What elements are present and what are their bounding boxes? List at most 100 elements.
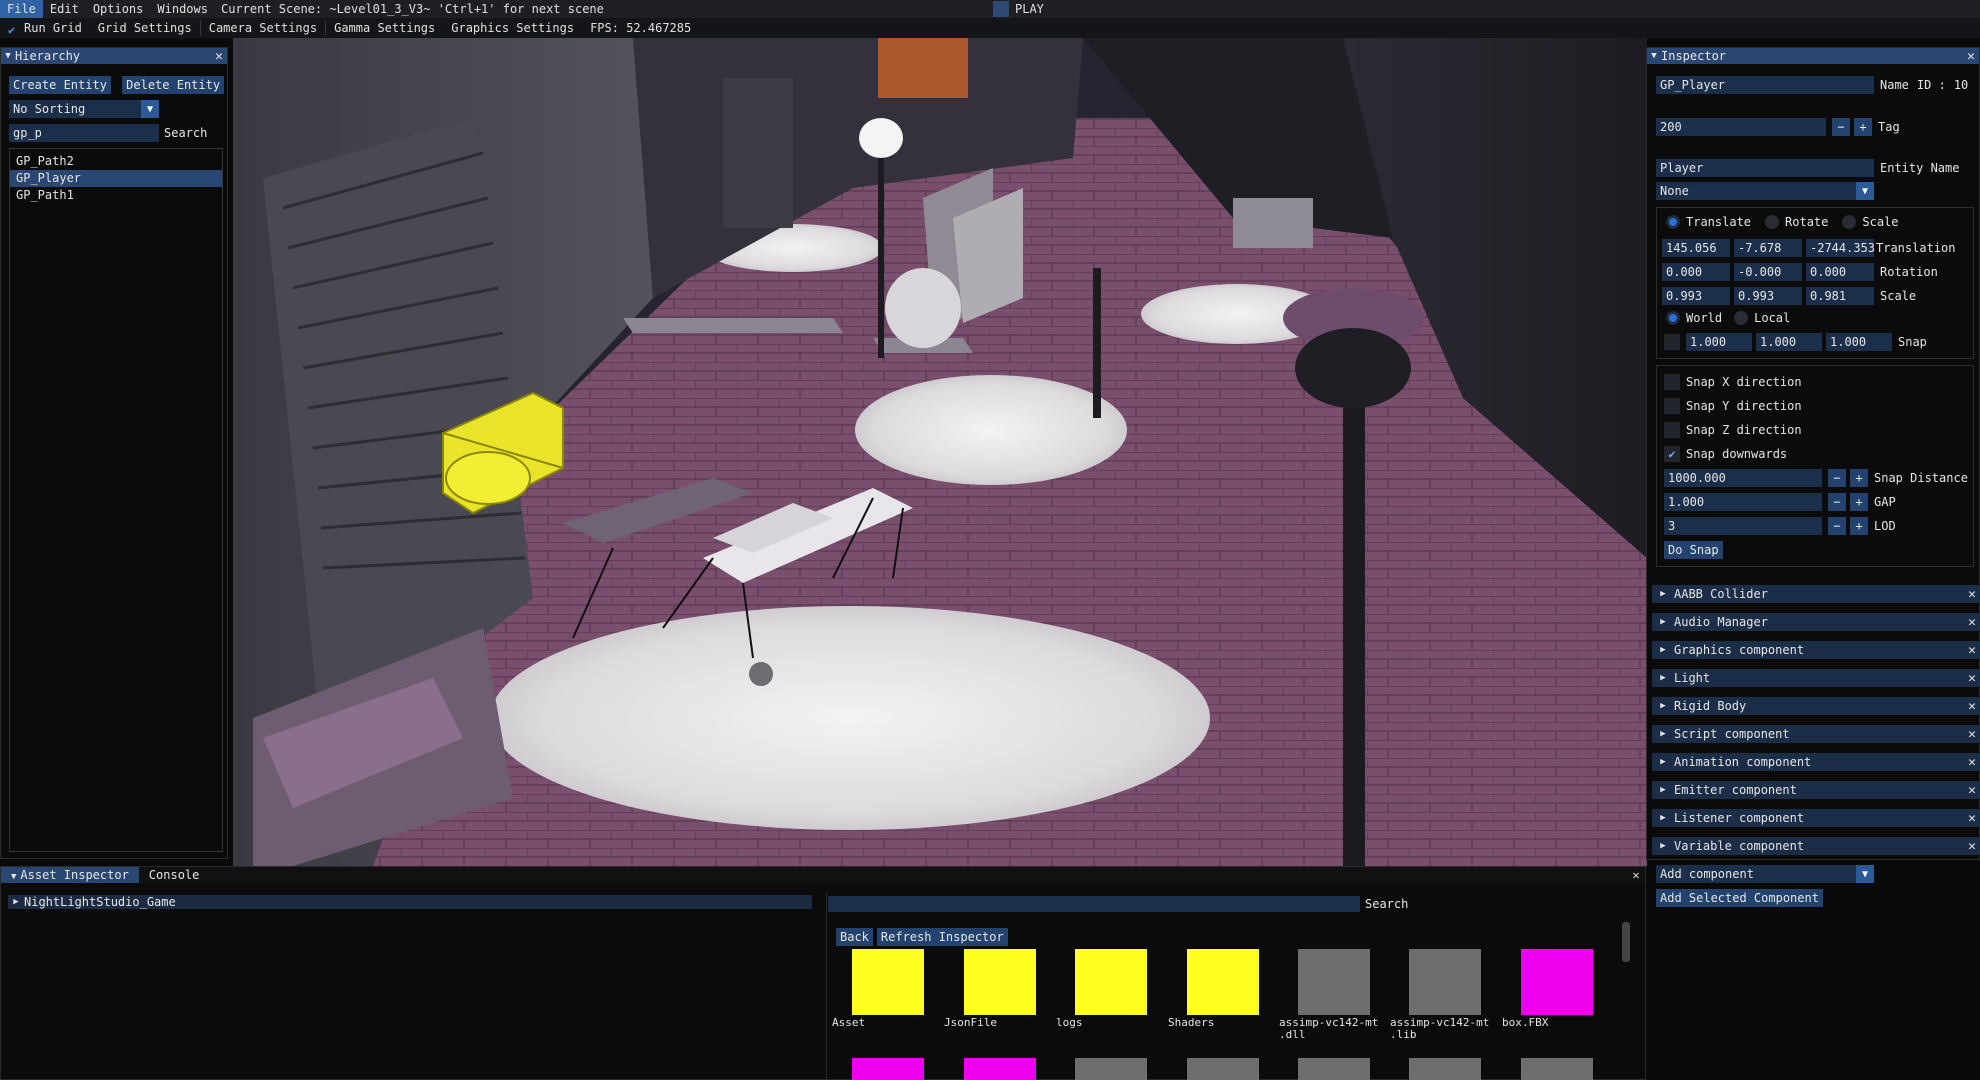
asset-tile-row2[interactable] bbox=[1409, 1058, 1481, 1080]
expand-triangle-icon[interactable]: ▶ bbox=[1652, 813, 1674, 823]
snap-distance-increment[interactable]: + bbox=[1850, 469, 1868, 487]
component-script[interactable]: ▶ Script component ✕ bbox=[1652, 725, 1980, 743]
snap-y-checkbox[interactable] bbox=[1664, 398, 1680, 414]
sorting-dropdown[interactable]: No Sorting ▼ bbox=[9, 100, 159, 118]
graphics-settings-menu[interactable]: Graphics Settings bbox=[443, 18, 582, 38]
asset-file-assimp-lib[interactable] bbox=[1409, 949, 1481, 1015]
tag-increment-button[interactable]: + bbox=[1854, 118, 1872, 136]
tree-item-gp-path1[interactable]: GP_Path1 bbox=[10, 187, 222, 204]
close-icon[interactable]: ✕ bbox=[1964, 839, 1980, 854]
tag-decrement-button[interactable]: − bbox=[1832, 118, 1850, 136]
snap-x-row[interactable]: Snap X direction bbox=[1664, 374, 1802, 390]
asset-file-box-fbx[interactable] bbox=[1521, 949, 1593, 1015]
asset-search-input[interactable] bbox=[828, 896, 1360, 912]
expand-triangle-icon[interactable]: ▶ bbox=[1652, 785, 1674, 795]
collapse-triangle-icon[interactable]: ▼ bbox=[1647, 51, 1661, 61]
close-icon[interactable]: ✕ bbox=[1964, 755, 1980, 770]
hierarchy-search-input[interactable]: gp_p bbox=[9, 124, 159, 142]
snap-down-row[interactable]: ✔ Snap downwards bbox=[1664, 446, 1787, 462]
menu-options[interactable]: Options bbox=[86, 0, 151, 18]
rotation-x[interactable]: 0.000 bbox=[1662, 263, 1730, 281]
gamma-settings-menu[interactable]: Gamma Settings bbox=[326, 18, 443, 38]
tag-input[interactable]: 200 bbox=[1656, 118, 1826, 136]
snap-y-row[interactable]: Snap Y direction bbox=[1664, 398, 1802, 414]
scale-y[interactable]: 0.993 bbox=[1734, 287, 1802, 305]
run-grid-toggle[interactable]: ✔ Run Grid bbox=[0, 18, 90, 38]
close-icon[interactable]: ✕ bbox=[1964, 587, 1980, 602]
gap-increment[interactable]: + bbox=[1850, 493, 1868, 511]
component-rigid-body[interactable]: ▶ Rigid Body ✕ bbox=[1652, 697, 1980, 715]
asset-tree-root[interactable]: ▶ NightLightStudio_Game bbox=[8, 895, 812, 909]
entity-name-input[interactable]: Player bbox=[1656, 159, 1874, 177]
name-input[interactable]: GP_Player bbox=[1656, 76, 1874, 94]
close-icon[interactable]: ✕ bbox=[1964, 699, 1980, 714]
snap-distance-decrement[interactable]: − bbox=[1828, 469, 1846, 487]
component-aabb-collider[interactable]: ▶ AABB Collider ✕ bbox=[1652, 585, 1980, 603]
expand-triangle-icon[interactable]: ▶ bbox=[1652, 673, 1674, 683]
snap-x-checkbox[interactable] bbox=[1664, 374, 1680, 390]
close-icon[interactable]: ✕ bbox=[1964, 615, 1980, 630]
add-selected-component-button[interactable]: Add Selected Component bbox=[1656, 889, 1823, 907]
asset-tile-row2[interactable] bbox=[1075, 1058, 1147, 1080]
close-icon[interactable]: ✕ bbox=[1627, 867, 1645, 883]
dropdown-arrow-icon[interactable]: ▼ bbox=[1856, 865, 1874, 883]
grid-settings-menu[interactable]: Grid Settings bbox=[90, 18, 200, 38]
scale-x[interactable]: 0.993 bbox=[1662, 287, 1730, 305]
close-icon[interactable]: ✕ bbox=[211, 49, 227, 64]
component-listener[interactable]: ▶ Listener component ✕ bbox=[1652, 809, 1980, 827]
translation-y[interactable]: -7.678 bbox=[1734, 239, 1802, 257]
back-button[interactable]: Back bbox=[836, 928, 873, 946]
gap-input[interactable]: 1.000 bbox=[1664, 493, 1822, 511]
component-variable[interactable]: ▶ Variable component ✕ bbox=[1652, 837, 1980, 855]
add-component-dropdown[interactable]: Add component ▼ bbox=[1656, 865, 1874, 883]
radio-translate[interactable] bbox=[1666, 215, 1680, 229]
close-icon[interactable]: ✕ bbox=[1964, 671, 1980, 686]
menu-edit[interactable]: Edit bbox=[43, 0, 86, 18]
snap-down-checkbox[interactable]: ✔ bbox=[1664, 446, 1680, 462]
close-icon[interactable]: ✕ bbox=[1963, 49, 1979, 64]
lod-increment[interactable]: + bbox=[1850, 517, 1868, 535]
asset-folder-logs[interactable] bbox=[1075, 949, 1147, 1015]
radio-scale[interactable] bbox=[1842, 215, 1857, 229]
refresh-inspector-button[interactable]: Refresh Inspector bbox=[876, 928, 1008, 946]
snap-x[interactable]: 1.000 bbox=[1686, 333, 1752, 351]
snap-distance-input[interactable]: 1000.000 bbox=[1664, 469, 1822, 487]
dropdown-arrow-icon[interactable]: ▼ bbox=[141, 100, 159, 118]
translation-x[interactable]: 145.056 bbox=[1662, 239, 1730, 257]
tab-console[interactable]: Console bbox=[139, 867, 210, 883]
asset-tile-row2[interactable] bbox=[1298, 1058, 1370, 1080]
expand-triangle-icon[interactable]: ▶ bbox=[1652, 701, 1674, 711]
expand-triangle-icon[interactable]: ▶ bbox=[1652, 841, 1674, 851]
inspector-title-bar[interactable]: ▼ Inspector ✕ bbox=[1647, 48, 1979, 64]
tree-item-gp-path2[interactable]: GP_Path2 bbox=[10, 153, 222, 170]
component-light[interactable]: ▶ Light ✕ bbox=[1652, 669, 1980, 687]
expand-triangle-icon[interactable]: ▶ bbox=[1652, 729, 1674, 739]
snap-z[interactable]: 1.000 bbox=[1826, 333, 1892, 351]
play-button[interactable] bbox=[993, 1, 1009, 17]
delete-entity-button[interactable]: Delete Entity bbox=[122, 76, 225, 94]
translation-z[interactable]: -2744.353 bbox=[1806, 239, 1874, 257]
camera-settings-menu[interactable]: Camera Settings bbox=[201, 18, 325, 38]
asset-tile-row2[interactable] bbox=[852, 1058, 924, 1080]
snap-z-row[interactable]: Snap Z direction bbox=[1664, 422, 1802, 438]
expand-triangle-icon[interactable]: ▶ bbox=[8, 897, 24, 907]
expand-triangle-icon[interactable]: ▶ bbox=[1652, 617, 1674, 627]
asset-tile-row2[interactable] bbox=[1187, 1058, 1259, 1080]
component-emitter[interactable]: ▶ Emitter component ✕ bbox=[1652, 781, 1980, 799]
radio-local[interactable] bbox=[1734, 311, 1749, 325]
radio-world[interactable] bbox=[1666, 311, 1680, 325]
rotation-z[interactable]: 0.000 bbox=[1806, 263, 1874, 281]
menu-file[interactable]: File bbox=[0, 0, 43, 18]
asset-tile-row2[interactable] bbox=[964, 1058, 1036, 1080]
create-entity-button[interactable]: Create Entity bbox=[9, 76, 111, 94]
component-audio-manager[interactable]: ▶ Audio Manager ✕ bbox=[1652, 613, 1980, 631]
menu-windows[interactable]: Windows bbox=[150, 0, 215, 18]
snap-z-checkbox[interactable] bbox=[1664, 422, 1680, 438]
close-icon[interactable]: ✕ bbox=[1964, 727, 1980, 742]
snap-y[interactable]: 1.000 bbox=[1756, 333, 1822, 351]
rotation-y[interactable]: -0.000 bbox=[1734, 263, 1802, 281]
asset-folder-asset[interactable] bbox=[852, 949, 924, 1015]
radio-rotate[interactable] bbox=[1765, 215, 1780, 229]
scene-viewport[interactable] bbox=[233, 38, 1647, 866]
asset-folder-shaders[interactable] bbox=[1187, 949, 1259, 1015]
